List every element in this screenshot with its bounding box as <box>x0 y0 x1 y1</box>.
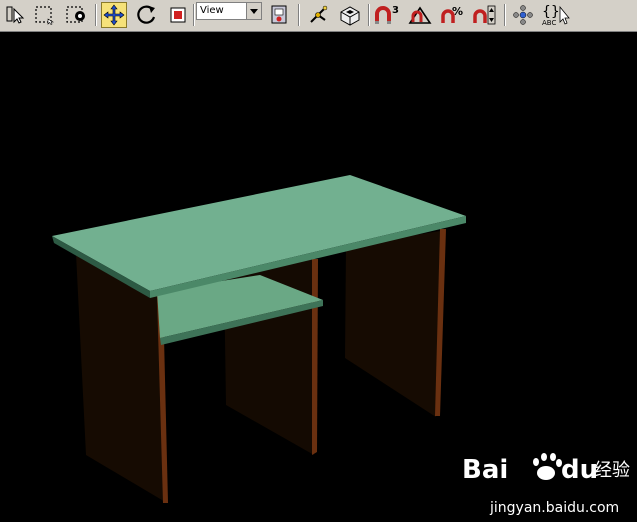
toolbar-separator <box>504 4 506 26</box>
svg-text:ABC: ABC <box>542 19 556 27</box>
svg-text:%: % <box>452 5 463 18</box>
select-and-rotate-icon[interactable] <box>134 2 160 28</box>
baidu-jingyan-watermark: Bai du 经验 jingyan.baidu.com <box>462 453 630 516</box>
reference-coordinate-value: View <box>200 5 224 16</box>
select-and-move-icon[interactable] <box>101 2 127 28</box>
keyboard-shortcut-override-icon[interactable] <box>337 2 363 28</box>
toolbar-separator <box>95 4 97 26</box>
svg-text:Bai: Bai <box>462 455 508 485</box>
select-and-scale-icon[interactable] <box>165 2 191 28</box>
select-object-icon[interactable] <box>3 2 29 28</box>
desk-middle-panel-edge <box>312 259 318 455</box>
named-selection-sets-icon[interactable] <box>510 2 536 28</box>
angle-snap-icon[interactable] <box>407 2 433 28</box>
svg-text:3: 3 <box>392 5 399 16</box>
select-and-manipulate-icon[interactable] <box>305 2 331 28</box>
toolbar-separator <box>193 4 195 26</box>
percent-snap-icon[interactable]: % <box>440 2 466 28</box>
toolbar-separator <box>298 4 300 26</box>
svg-text:经验: 经验 <box>594 460 630 481</box>
svg-text:jingyan.baidu.com: jingyan.baidu.com <box>489 500 619 516</box>
reference-coordinate-dropdown[interactable]: View <box>196 2 262 20</box>
snaps-toggle-icon[interactable]: 3 <box>373 2 399 28</box>
chevron-down-icon[interactable] <box>246 3 261 19</box>
mirror-text-icon[interactable]: {} ABC <box>540 2 572 28</box>
main-toolbar: View 3 % {} ABC <box>0 0 637 32</box>
svg-text:du: du <box>561 455 598 485</box>
desk-right-leg <box>345 231 440 417</box>
baidu-paw-logo <box>533 453 562 480</box>
toolbar-separator <box>368 4 370 26</box>
perspective-viewport[interactable]: Bai du 经验 jingyan.baidu.com <box>0 32 637 518</box>
use-pivot-center-icon[interactable] <box>266 2 292 28</box>
window-crossing-icon[interactable] <box>63 2 89 28</box>
spinner-snap-icon[interactable] <box>472 2 498 28</box>
rectangular-selection-icon[interactable] <box>31 2 57 28</box>
svg-text:{}: {} <box>542 4 560 20</box>
